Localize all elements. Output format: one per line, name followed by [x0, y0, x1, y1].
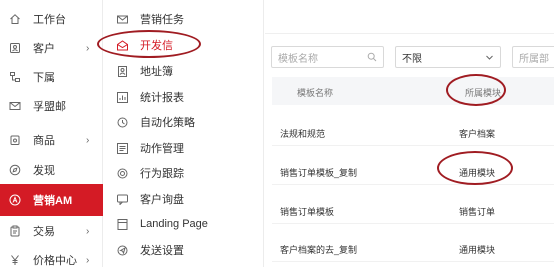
chevron-right-icon: ›	[86, 134, 90, 146]
nav-item-price-center[interactable]: 价格中心 ›	[0, 244, 103, 267]
scope-select[interactable]: 不限	[395, 46, 501, 68]
subnav-item-address-book[interactable]: 地址簿	[104, 60, 264, 82]
nav-item-customers[interactable]: 客户 ›	[0, 32, 103, 64]
subnav-item-tracking[interactable]: 行为跟踪	[104, 162, 264, 184]
module-select-placeholder: 所属部	[519, 53, 549, 65]
mail-icon	[9, 100, 21, 112]
subnav-item-marketing-tasks[interactable]: 营销任务	[104, 8, 264, 30]
nav-item-label: 下属	[33, 72, 55, 84]
subnav-item-send-settings[interactable]: 发送设置	[104, 239, 264, 261]
cell-template-name: 客户档案的去_复制	[280, 245, 358, 255]
cell-template-name: 法规和规范	[280, 129, 326, 139]
table-row[interactable]: 客户档案的去_复制 通用模块	[272, 234, 554, 262]
product-box-icon	[9, 134, 21, 146]
nav-item-label: 商品	[33, 135, 55, 147]
chevron-right-icon: ›	[86, 225, 90, 237]
table-row[interactable]: 销售订单模板 销售订单	[272, 196, 554, 224]
subnav-item-label: 客户询盘	[140, 194, 184, 206]
subnav-item-label: 发送设置	[140, 245, 184, 257]
subnav-item-reports[interactable]: 统计报表	[104, 86, 264, 108]
subnav-item-automation[interactable]: 自动化策略	[104, 111, 264, 133]
column-header-name: 模板名称	[297, 88, 334, 98]
secondary-sidebar: 营销任务 开发信 地址簿 统计报表 自动化策略 动作管理 行为跟踪 客户询盘 L…	[104, 0, 264, 267]
cell-module: 客户档案	[459, 129, 496, 139]
target-icon	[117, 168, 128, 179]
subnav-item-label: 开发信	[140, 40, 173, 52]
nav-item-mail[interactable]: 孚盟邮	[0, 90, 103, 122]
envelope-icon	[117, 14, 128, 25]
chevron-down-icon	[485, 53, 494, 62]
nav-item-label: 交易	[33, 226, 55, 238]
module-select[interactable]: 所属部	[512, 46, 554, 68]
marketing-a-icon	[9, 194, 21, 206]
chevron-right-icon: ›	[86, 42, 90, 54]
table-row[interactable]: 法规和规范 客户档案	[272, 118, 554, 146]
subnav-item-label: 动作管理	[140, 143, 184, 155]
cell-module: 通用模块	[459, 168, 496, 178]
table-row[interactable]: 销售订单模板_复制 通用模块	[272, 157, 554, 185]
nav-item-trade[interactable]: 交易 ›	[0, 215, 103, 247]
subnav-item-label: 行为跟踪	[140, 168, 184, 180]
automation-icon	[117, 117, 128, 128]
subnav-item-label: 自动化策略	[140, 117, 195, 129]
subnav-item-label: 地址簿	[140, 66, 173, 78]
contact-card-icon	[9, 42, 21, 54]
column-header-module: 所属模块	[465, 88, 502, 98]
hierarchy-icon	[9, 71, 21, 83]
template-name-search[interactable]: 模板名称	[271, 46, 384, 68]
landing-page-icon	[117, 218, 128, 230]
nav-item-discover[interactable]: 发现	[0, 154, 103, 186]
clipboard-icon	[9, 225, 21, 237]
nav-item-products[interactable]: 商品 ›	[0, 124, 103, 156]
subnav-item-actions[interactable]: 动作管理	[104, 137, 264, 159]
subnav-item-landing-page[interactable]: Landing Page	[104, 213, 264, 235]
send-settings-icon	[117, 245, 128, 256]
subnav-item-dev-letters[interactable]: 开发信	[104, 34, 264, 56]
subnav-item-inquiries[interactable]: 客户询盘	[104, 188, 264, 210]
chevron-right-icon: ›	[86, 254, 90, 266]
nav-item-label: 价格中心	[33, 255, 77, 267]
nav-item-label: 客户	[33, 43, 55, 55]
cell-module: 销售订单	[459, 207, 496, 217]
nav-item-label: 营销AM	[33, 195, 73, 207]
table-header: 模板名称 所属模块	[272, 77, 554, 105]
nav-item-marketing[interactable]: 营销AM	[0, 184, 103, 216]
main-content: 模板名称 不限 所属部 模板名称 所属模块 法规和规范 客户档案 销售订单模板_…	[265, 0, 554, 267]
address-book-icon	[117, 65, 128, 77]
report-icon	[117, 91, 128, 103]
open-envelope-icon	[117, 39, 128, 51]
nav-item-subordinates[interactable]: 下属	[0, 61, 103, 93]
nav-item-label: 工作台	[33, 14, 66, 26]
scope-select-value: 不限	[402, 53, 422, 65]
cell-module: 通用模块	[459, 245, 496, 255]
cell-template-name: 销售订单模板_复制	[280, 168, 358, 178]
yen-icon	[9, 254, 21, 266]
nav-item-label: 孚盟邮	[33, 101, 66, 113]
subnav-item-label: 统计报表	[140, 92, 184, 104]
nav-item-label: 发现	[33, 165, 55, 177]
content-header	[265, 0, 554, 34]
subnav-item-label: 营销任务	[140, 14, 184, 26]
inquiry-icon	[117, 194, 128, 205]
home-icon	[9, 13, 21, 25]
search-input-placeholder: 模板名称	[278, 53, 318, 65]
action-list-icon	[117, 142, 128, 154]
primary-sidebar: 工作台 客户 › 下属 孚盟邮 商品 › 发现 营销AM 交易 › 价格中心 ›	[0, 0, 103, 267]
search-icon	[367, 52, 377, 62]
cell-template-name: 销售订单模板	[280, 207, 335, 217]
subnav-item-label: Landing Page	[140, 218, 208, 230]
compass-icon	[9, 164, 21, 176]
nav-item-workbench[interactable]: 工作台	[0, 3, 103, 35]
